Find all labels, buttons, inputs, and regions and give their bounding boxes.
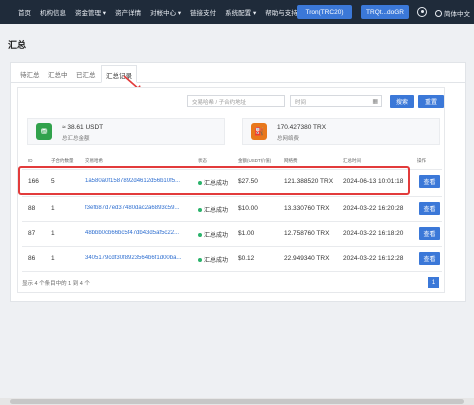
table-row: 166 5 1a580a0f1587892d4612d56b10f5... 汇总… <box>22 169 442 193</box>
row-time: 2024-06-13 10:01:18 <box>343 178 404 185</box>
status-dot-icon <box>198 181 202 185</box>
row-fee: 13.330760 TRX <box>284 205 330 212</box>
search-button[interactable]: 搜索 <box>390 95 414 108</box>
page-title: 汇总 <box>8 40 27 50</box>
table-row: 86 1 3405179cdf30f8923564b6f1d00ba... 汇总… <box>22 246 442 270</box>
row-fee: 12.758760 TRX <box>284 230 330 237</box>
nav-system[interactable]: 系统配置 ▾ <box>225 7 256 17</box>
trx-icon: ⛽ <box>251 123 267 140</box>
total-fee-value: 170.427380 TRX <box>277 124 327 131</box>
col-amount: 金额(USDT价值) <box>238 158 272 163</box>
row-time: 2024-03-22 16:12:28 <box>343 255 404 262</box>
network-button[interactable]: Tron(TRC20) <box>297 5 352 19</box>
col-time: 汇总时间 <box>343 158 361 163</box>
time-placeholder: 时间 <box>295 100 307 106</box>
row-hash-link[interactable]: f3efb87d7ed37480dac2a6893c59... <box>85 205 195 211</box>
tab-completed[interactable]: 已汇总 <box>76 69 96 79</box>
user-icon[interactable] <box>417 7 427 17</box>
row-hash-link[interactable]: 48bbb0cb66bc5f47db43d5af5c22... <box>85 230 195 236</box>
total-fee-stat: ⛽ 170.427380 TRX 总网络费 <box>242 118 440 145</box>
view-button[interactable]: 查看 <box>419 202 440 215</box>
table-bottom-border <box>22 271 442 272</box>
tab-pending[interactable]: 待汇总 <box>20 69 40 79</box>
horizontal-scrollbar[interactable] <box>0 398 474 405</box>
row-fee: 22.949340 TRX <box>284 255 330 262</box>
row-count: 1 <box>51 255 55 262</box>
col-count: 子合约数量 <box>51 158 74 163</box>
page-button[interactable]: 1 <box>428 277 439 288</box>
row-status-text: 汇总成功 <box>204 258 229 264</box>
view-button[interactable]: 查看 <box>419 175 440 188</box>
top-navbar: 首页 机构信息 资金管理 ▾ 资产详情 对帐中心 ▾ 链接支付 系统配置 ▾ 帮… <box>0 0 474 24</box>
row-amount: $10.00 <box>238 205 258 212</box>
wallet-button[interactable]: TRQt...doGR <box>361 5 409 19</box>
row-amount: $0.12 <box>238 255 255 262</box>
scrollbar-thumb[interactable] <box>10 399 464 404</box>
nav-institution[interactable]: 机构信息 <box>40 7 66 17</box>
tab-in-progress[interactable]: 汇总中 <box>48 69 68 79</box>
col-hash: 交易哈希 <box>85 158 103 163</box>
row-id: 87 <box>28 230 36 237</box>
row-status-text: 汇总成功 <box>204 181 229 187</box>
nav-assets[interactable]: 资产详情 <box>115 7 141 17</box>
nav-reconcile[interactable]: 对帐中心 ▾ <box>150 7 181 17</box>
nav-link-pay[interactable]: 链接支付 <box>190 7 216 17</box>
table-row: 88 1 f3efb87d7ed37480dac2a6893c59... 汇总成… <box>22 196 442 220</box>
row-fee: 121.388520 TRX <box>284 178 334 185</box>
row-amount: $1.00 <box>238 230 255 237</box>
time-filter-input[interactable]: 时间 ▦ <box>290 95 382 107</box>
row-amount: $27.50 <box>238 178 258 185</box>
col-id: ID <box>28 158 33 163</box>
row-id: 88 <box>28 205 36 212</box>
col-fee: 网络费 <box>284 158 298 163</box>
reset-button[interactable]: 重置 <box>418 95 444 108</box>
row-hash-link[interactable]: 3405179cdf30f8923564b6f1d00ba... <box>85 255 195 261</box>
nav-home[interactable]: 首页 <box>18 7 31 17</box>
table-row: 87 1 48bbb0cb66bc5f47db43d5af5c22... 汇总成… <box>22 221 442 245</box>
row-status: 汇总成功 <box>198 205 228 214</box>
row-hash-link[interactable]: 1a580a0f1587892d4612d56b10f5... <box>85 178 195 184</box>
row-status: 汇总成功 <box>198 255 228 264</box>
usdt-icon: ⛃ <box>36 123 52 140</box>
table-header: ID 子合约数量 交易哈希 状态 金额(USDT价值) 网络费 汇总时间 操作 <box>22 156 442 166</box>
pagination-summary: 显示 4 个条目中的 1 到 4 个 <box>22 281 90 287</box>
row-time: 2024-03-22 16:20:28 <box>343 205 404 212</box>
total-amount-stat: ⛃ ≈ 38.61 USDT 总汇总金额 <box>27 118 225 145</box>
col-status: 状态 <box>198 158 207 163</box>
status-dot-icon <box>198 208 202 212</box>
row-status-text: 汇总成功 <box>204 208 229 214</box>
calendar-icon: ▦ <box>372 99 378 105</box>
row-id: 166 <box>28 178 39 185</box>
row-count: 5 <box>51 178 55 185</box>
total-amount-value: ≈ 38.61 USDT <box>62 124 104 131</box>
total-amount-label: 总汇总金额 <box>62 136 90 142</box>
row-id: 86 <box>28 255 36 262</box>
nav-funds[interactable]: 资金管理 ▾ <box>75 7 106 17</box>
row-count: 1 <box>51 205 55 212</box>
row-status: 汇总成功 <box>198 230 228 239</box>
total-fee-label: 总网络费 <box>277 136 300 142</box>
language-switcher[interactable]: 简体中文 <box>435 8 470 18</box>
col-action: 操作 <box>417 158 426 163</box>
status-dot-icon <box>198 233 202 237</box>
globe-icon <box>435 10 442 17</box>
row-status-text: 汇总成功 <box>204 233 229 239</box>
nav-help[interactable]: 帮助与支持 <box>265 7 298 17</box>
view-button[interactable]: 查看 <box>419 252 440 265</box>
hash-search-input[interactable]: 交易哈希 / 子合约地址 <box>187 95 285 107</box>
row-status: 汇总成功 <box>198 178 228 187</box>
language-label: 简体中文 <box>444 11 470 18</box>
row-count: 1 <box>51 230 55 237</box>
row-time: 2024-03-22 16:18:20 <box>343 230 404 237</box>
tab-bar: 待汇总 汇总中 已汇总 汇总记录 <box>11 63 465 83</box>
status-dot-icon <box>198 258 202 262</box>
view-button[interactable]: 查看 <box>419 227 440 240</box>
